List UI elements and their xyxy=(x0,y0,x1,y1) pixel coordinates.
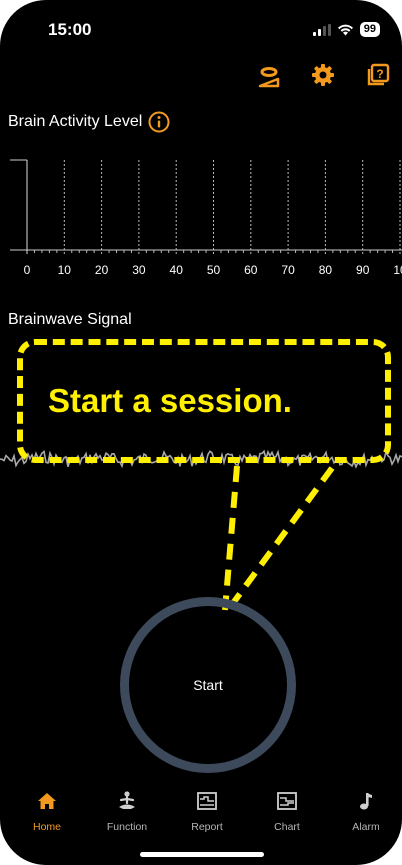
brain-activity-title: Brain Activity Level xyxy=(8,113,143,130)
tutorial-callout-pointer xyxy=(222,465,335,612)
x-tick-label: 20 xyxy=(95,263,109,277)
tab-home[interactable]: Home xyxy=(17,790,77,833)
tab-home-label: Home xyxy=(32,821,61,833)
x-tick-label: 80 xyxy=(319,263,333,277)
home-indicator[interactable] xyxy=(140,852,264,857)
chart-icon xyxy=(277,792,297,810)
x-tick-label: 70 xyxy=(281,263,295,277)
phone-screen: 15:00 99 ? Brain Activity Level 0 10 20 … xyxy=(0,0,402,865)
x-tick-label: 30 xyxy=(132,263,146,277)
tab-report[interactable]: Report xyxy=(177,790,237,833)
x-tick-label: 10 xyxy=(393,263,402,277)
tab-alarm[interactable]: Alarm xyxy=(336,790,396,833)
x-axis-labels: 0 10 20 30 40 50 60 70 80 90 10 xyxy=(24,263,402,277)
tab-report-label: Report xyxy=(191,821,223,833)
brain-activity-chart: 0 10 20 30 40 50 60 70 80 90 10 xyxy=(10,159,402,277)
x-tick-label: 90 xyxy=(356,263,370,277)
headband-device-icon[interactable] xyxy=(256,64,282,95)
x-tick-label: 10 xyxy=(58,263,72,277)
bottom-tab-bar: Home Function Report Chart Alarm xyxy=(0,790,402,840)
info-icon[interactable] xyxy=(148,111,170,133)
tab-alarm-label: Alarm xyxy=(352,821,380,833)
brainwave-signal-title: Brainwave Signal xyxy=(8,311,132,328)
start-session-button[interactable]: Start xyxy=(120,597,296,773)
help-icon[interactable]: ? xyxy=(366,63,390,92)
report-icon xyxy=(197,792,217,810)
music-note-icon xyxy=(360,793,372,810)
status-time: 15:00 xyxy=(48,20,92,39)
tab-chart[interactable]: Chart xyxy=(257,790,317,833)
tab-function-label: Function xyxy=(106,821,148,833)
x-tick-label: 50 xyxy=(207,263,221,277)
meditation-icon xyxy=(119,791,135,809)
battery-level: 99 xyxy=(359,22,380,37)
chart-grid xyxy=(10,159,401,254)
cellular-signal-icon xyxy=(312,23,331,36)
wifi-icon xyxy=(337,24,353,35)
tab-function[interactable]: Function xyxy=(97,790,157,833)
x-tick-label: 40 xyxy=(170,263,184,277)
svg-text:?: ? xyxy=(376,67,383,81)
gear-icon[interactable] xyxy=(311,63,335,92)
start-button-label: Start xyxy=(193,677,223,693)
x-tick-label: 60 xyxy=(244,263,258,277)
status-icons: 99 xyxy=(312,22,380,37)
x-tick-label: 0 xyxy=(24,263,31,277)
tutorial-callout-text: Start a session. xyxy=(48,382,292,419)
home-icon xyxy=(38,793,56,809)
brain-activity-header: Brain Activity Level xyxy=(8,111,170,133)
tab-chart-label: Chart xyxy=(274,821,300,833)
